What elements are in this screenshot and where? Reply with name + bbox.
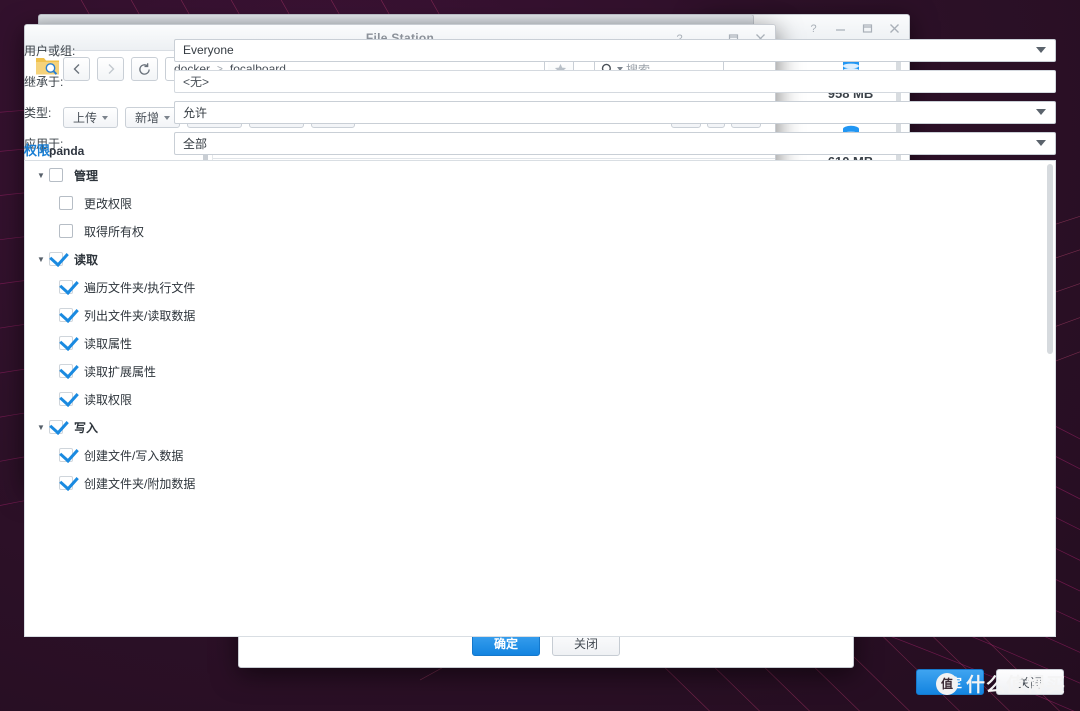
type-select[interactable]: 允许 <box>174 100 1056 124</box>
permission-checkbox[interactable] <box>59 476 73 490</box>
permission-label: 读取 <box>74 252 99 267</box>
watermark-logo: 值 <box>935 672 958 695</box>
chevron-down-icon[interactable]: ▼ <box>33 255 49 264</box>
field-apply-to[interactable]: 应用于: 全部 <box>24 130 1056 156</box>
permission-tree[interactable]: ▼ 管理 更改权限 取得所有权 ▼ 读取 遍历文件夹/执行文件 列出文件夹/读取数据 读取属性读… <box>24 160 1056 637</box>
chevron-down-icon <box>1036 140 1046 146</box>
permission-checkbox[interactable] <box>59 392 73 406</box>
field-value: 允许 <box>183 105 208 120</box>
field-value: 全部 <box>183 136 208 151</box>
permission-node[interactable]: 取得所有权 <box>25 217 1055 245</box>
permission-label: 管理 <box>74 168 99 183</box>
permission-checkbox[interactable] <box>49 168 63 182</box>
permission-node[interactable]: ▼ 管理 <box>25 161 1055 189</box>
user-or-group-select[interactable]: Everyone <box>174 38 1056 62</box>
permission-node[interactable]: 列出文件夹/读取数据 <box>25 301 1055 329</box>
apply-to-select[interactable]: 全部 <box>174 131 1056 155</box>
permission-label: 列出文件夹/读取数据 <box>84 308 196 323</box>
permission-label: 读取权限 <box>84 392 133 407</box>
permission-node[interactable]: 创建文件夹/附加数据 <box>25 469 1055 497</box>
chevron-down-icon[interactable]: ▼ <box>33 423 49 432</box>
permission-label: 取得所有权 <box>84 224 145 239</box>
permission-node[interactable]: 遍历文件夹/执行文件 <box>25 273 1055 301</box>
permission-node[interactable]: 读取权限 <box>25 385 1055 413</box>
watermark: 值 什么值得买 <box>935 670 1066 697</box>
field-value: Everyone <box>183 43 234 57</box>
permission-label: 创建文件夹/附加数据 <box>84 476 196 491</box>
inherited-from-value: <无> <box>174 69 1056 93</box>
permission-node[interactable]: ▼ 读取 <box>25 245 1055 273</box>
permission-checkbox[interactable] <box>59 448 73 462</box>
permission-label: 更改权限 <box>84 196 133 211</box>
permission-label: 创建文件/写入数据 <box>84 448 184 463</box>
permission-tree-scrollbar[interactable] <box>1047 164 1053 354</box>
permission-label: 读取扩展属性 <box>84 364 157 379</box>
field-label: 继承于: <box>24 74 64 89</box>
permission-checkbox[interactable] <box>59 196 73 210</box>
field-type[interactable]: 类型: 允许 <box>24 99 1056 125</box>
permission-checkbox[interactable] <box>59 308 73 322</box>
permission-checkbox[interactable] <box>59 280 73 294</box>
watermark-text: 什么值得买 <box>965 675 1066 696</box>
permission-checkbox[interactable] <box>49 420 63 434</box>
permission-checkbox[interactable] <box>49 252 63 266</box>
permission-node[interactable]: 读取扩展属性 <box>25 357 1055 385</box>
permission-node[interactable]: 创建文件/写入数据 <box>25 441 1055 469</box>
field-value: <无> <box>183 74 210 89</box>
field-user-or-group[interactable]: 用户或组: Everyone <box>24 37 1056 63</box>
permission-label: 遍历文件夹/执行文件 <box>84 280 196 295</box>
field-inherited-from: 继承于: <无> <box>24 68 1056 94</box>
permission-label: 读取属性 <box>84 336 133 351</box>
chevron-down-icon <box>1036 47 1046 53</box>
permission-editor-dialog[interactable]: 权限编辑器 用户或组: Everyone 继承于: <无> 类型: 允许 应用于… <box>0 0 1064 695</box>
chevron-down-icon[interactable]: ▼ <box>33 171 49 180</box>
permission-node[interactable]: 更改权限 <box>25 189 1055 217</box>
permission-checkbox[interactable] <box>59 224 73 238</box>
chevron-down-icon <box>1036 109 1046 115</box>
permissions-section-title: 权限 <box>24 143 51 158</box>
permission-checkbox[interactable] <box>59 336 73 350</box>
field-label: 类型: <box>24 105 52 120</box>
permission-node[interactable]: 读取属性 <box>25 329 1055 357</box>
permission-node[interactable]: ▼ 写入 <box>25 413 1055 441</box>
field-label: 用户或组: <box>24 43 76 58</box>
permission-editor-form[interactable]: 用户或组: Everyone 继承于: <无> 类型: 允许 应用于: 全部 <box>0 29 1080 161</box>
permission-checkbox[interactable] <box>59 364 73 378</box>
permission-label: 写入 <box>74 420 99 435</box>
